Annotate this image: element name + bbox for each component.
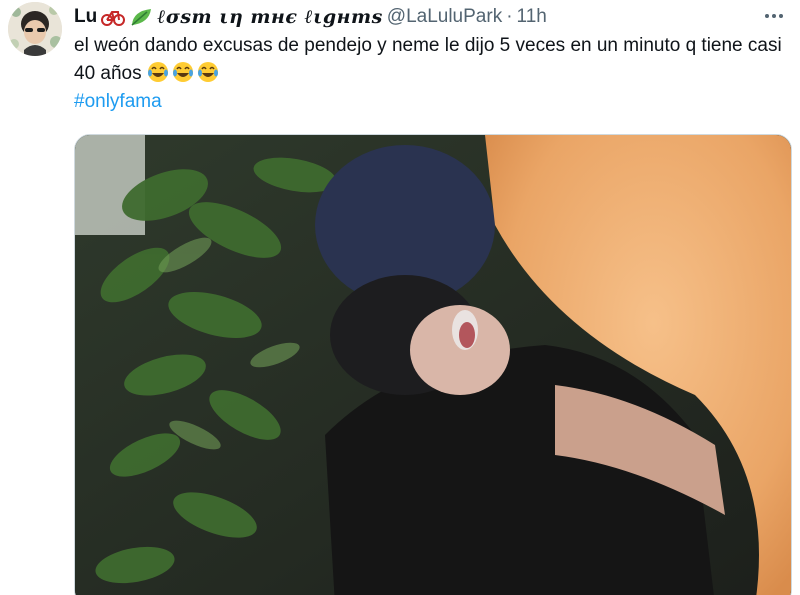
- hashtag-link[interactable]: #onlyfama: [74, 88, 784, 116]
- avatar[interactable]: [8, 2, 62, 56]
- display-name[interactable]: Lu: [74, 6, 97, 28]
- separator-dot: ·: [506, 6, 513, 27]
- fancy-display-name[interactable]: ℓσѕт ιη тнє ℓιgнтѕ: [157, 6, 383, 29]
- tweet-text: el weón dando excusas de pendejo y neme …: [74, 32, 784, 116]
- user-handle[interactable]: @LaLuluPark: [387, 6, 502, 28]
- bicycle-icon: [101, 7, 126, 27]
- timestamp[interactable]: 11h: [517, 6, 547, 28]
- video-thumbnail[interactable]: [74, 134, 792, 595]
- leaf-icon: [129, 7, 153, 27]
- laughing-crying-icon: [147, 61, 169, 83]
- profile-avatar-icon: [8, 2, 62, 56]
- laughing-crying-icon: [172, 61, 194, 83]
- tweet: Lu ℓσѕт ιη тнє ℓιgнтѕ @LaLuluPark · 11h: [0, 0, 800, 595]
- more-options-icon[interactable]: [762, 6, 786, 26]
- video-frame-image: [75, 135, 791, 595]
- laughing-crying-icon: [197, 61, 219, 83]
- tweet-header: Lu ℓσѕт ιη тнє ℓιgнтѕ @LaLuluPark · 11h: [74, 4, 547, 30]
